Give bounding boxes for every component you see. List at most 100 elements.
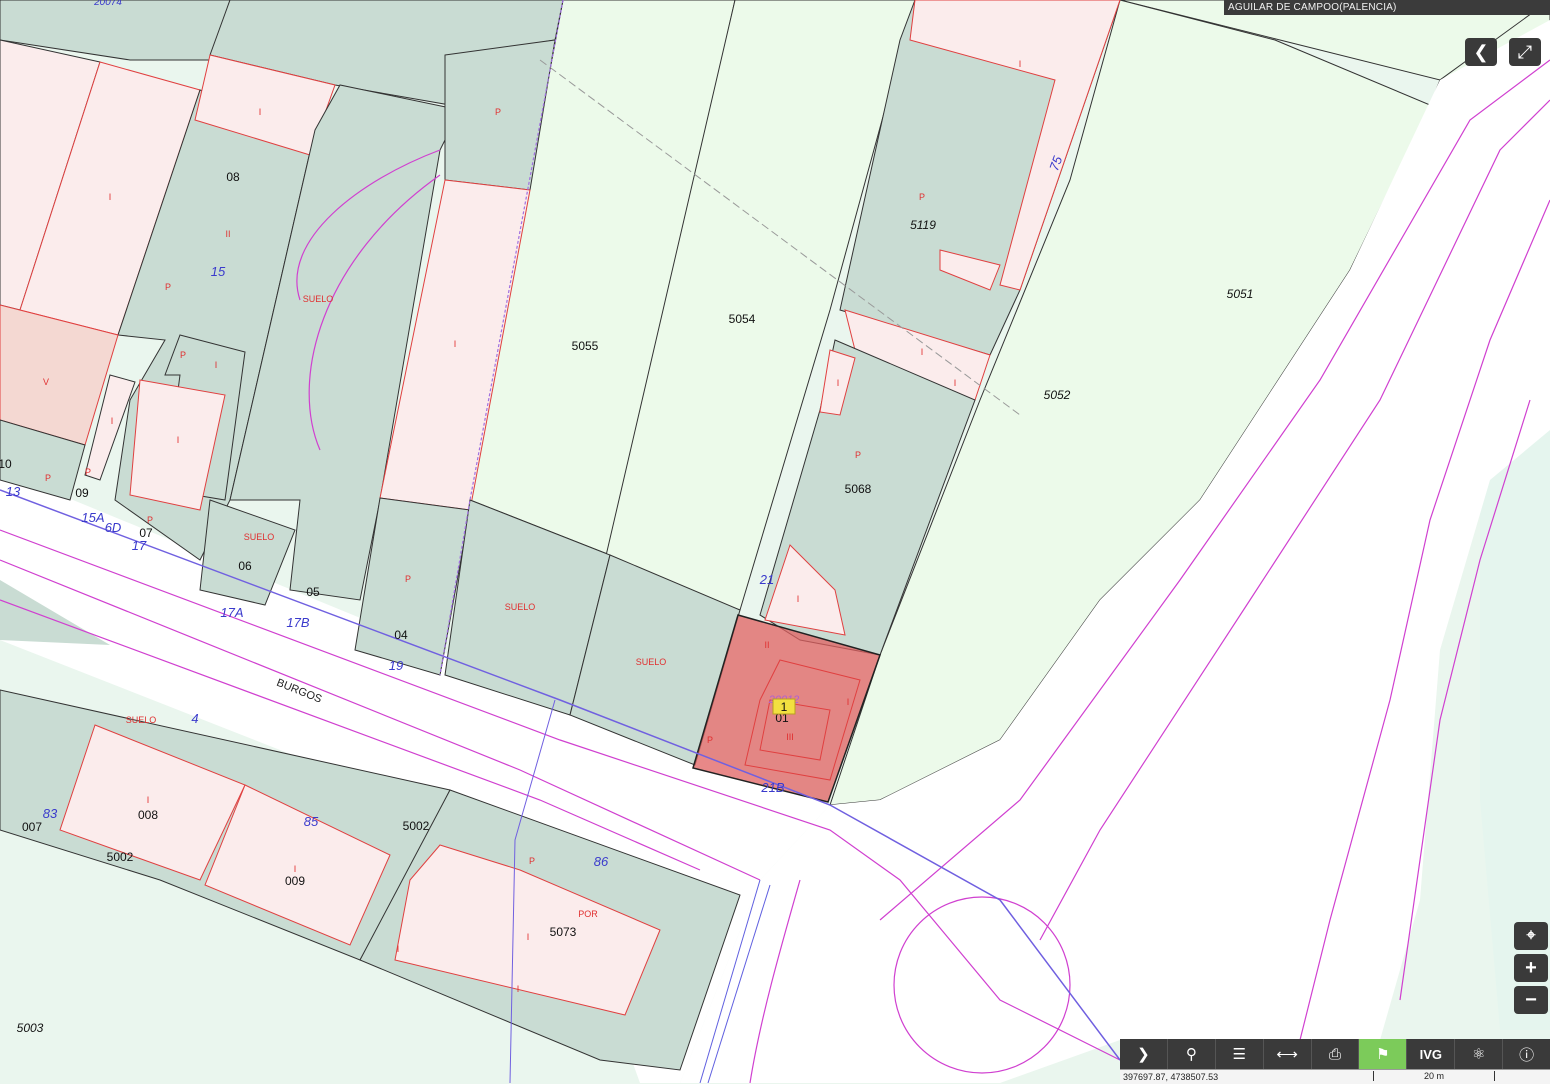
floor-label: P [45, 473, 51, 483]
toolbar-measure-button[interactable]: ⟷ [1262, 1039, 1311, 1069]
toolbar-ivg-map-button[interactable]: ⚑ [1358, 1039, 1407, 1069]
bottom-toolbar: ❯ ⚲ ☰ ⟷ ⎙ ⚑ IVG ⚛ ⓘ [1120, 1039, 1550, 1069]
floor-label: SUELO [636, 657, 667, 667]
parcel-number: 06 [238, 559, 252, 573]
zoom-out-button[interactable]: − [1514, 986, 1548, 1014]
floor-label: I [215, 360, 218, 370]
floor-label: I [921, 347, 924, 357]
back-button[interactable]: ❮ [1465, 38, 1497, 66]
parcel-number: 10 [0, 457, 12, 471]
parcel-number: 007 [22, 820, 42, 834]
street-number: 15A [81, 510, 104, 525]
parcel-number: 04 [394, 628, 408, 642]
street-number: 83 [43, 806, 58, 821]
share-icon: ⚛ [1471, 1046, 1486, 1063]
floor-label: P [529, 856, 535, 866]
street-number: 4 [191, 711, 198, 726]
floor-label: P [180, 350, 186, 360]
floor-label: P [707, 735, 713, 745]
ivg-label: IVG [1419, 1046, 1442, 1062]
floor-label: P [855, 450, 861, 460]
floor-label: I [294, 864, 297, 874]
floor-label: I [111, 416, 114, 426]
street-number: 19 [389, 658, 403, 673]
floor-label: I [109, 192, 112, 202]
expand-icon: ⤢ [1517, 41, 1533, 62]
crosshair-icon: ⌖ [1526, 927, 1536, 944]
toolbar-ivg-button[interactable]: IVG [1406, 1039, 1454, 1069]
search-icon: ⚲ [1185, 1046, 1197, 1063]
floor-label: P [405, 574, 411, 584]
floor-label: III [786, 732, 794, 742]
toolbar-share-button[interactable]: ⚛ [1454, 1039, 1502, 1069]
floor-label: POR [578, 909, 598, 919]
cadastral-map[interactable]: 5055 5054 5119 5051 5052 5068 08 07 09 1… [0, 0, 1550, 1083]
floor-label: SUELO [505, 602, 536, 612]
chevron-left-icon: ❮ [1473, 41, 1489, 62]
svg-text:1: 1 [781, 700, 788, 714]
floor-label: P [165, 282, 171, 292]
floor-label: V [43, 377, 49, 387]
location-marker[interactable]: 1 [772, 698, 796, 715]
street-number: 86 [594, 854, 609, 869]
street-number: 17 [132, 538, 147, 553]
status-bar: 397697.87, 4738507.53 20 m [1120, 1069, 1550, 1084]
chevron-right-icon: ❯ [1137, 1046, 1150, 1063]
floor-label: I [517, 984, 520, 994]
zoom-out-label: − [1525, 988, 1537, 1011]
toolbar-print-button[interactable]: ⎙ [1310, 1039, 1359, 1069]
street-number: 85 [304, 814, 319, 829]
floor-label: I [847, 697, 850, 707]
parcel-number: 08 [226, 170, 240, 184]
street-number: 17A [220, 605, 243, 620]
print-icon: ⎙ [1329, 1045, 1342, 1063]
parcel-number: 5054 [729, 312, 756, 326]
zoom-in-button[interactable]: + [1514, 954, 1548, 982]
floor-label: I [177, 435, 180, 445]
street-number: 21 [759, 572, 774, 587]
floor-label: I [1019, 59, 1022, 69]
street-number: 20074 [93, 0, 122, 8]
toolbar-expand-button[interactable]: ❯ [1120, 1039, 1167, 1069]
floor-label: II [764, 640, 769, 650]
floor-label: I [259, 107, 262, 117]
municipality-title: AGUILAR DE CAMPOO(PALENCIA) [1224, 0, 1550, 15]
floor-label: P [85, 467, 91, 477]
toolbar-info-button[interactable]: ⓘ [1502, 1039, 1550, 1069]
parcel-number: 5073 [550, 925, 577, 939]
street-number: 17B [286, 615, 309, 630]
floor-label: I [797, 594, 800, 604]
floor-label: P [147, 515, 153, 525]
floor-label: I [527, 932, 530, 942]
street-number: 21B [760, 780, 784, 795]
parcel-number: 009 [285, 874, 305, 888]
parcel-number: 5051 [1227, 287, 1254, 301]
parcel-number: 5119 [910, 218, 936, 232]
ivg-map-icon: ⚑ [1376, 1046, 1390, 1063]
parcel-number: 05 [306, 585, 320, 599]
info-icon: ⓘ [1519, 1046, 1535, 1064]
parcel-number: 09 [75, 486, 89, 500]
floor-label: I [147, 795, 150, 805]
zoom-in-label: + [1525, 956, 1537, 979]
floor-label: SUELO [244, 532, 275, 542]
toolbar-layers-button[interactable]: ☰ [1214, 1039, 1263, 1069]
toolbar-search-button[interactable]: ⚲ [1166, 1039, 1215, 1069]
street-number: 6D [105, 520, 122, 535]
floor-label: SUELO [303, 294, 334, 304]
floor-label: II [225, 229, 230, 239]
parcel-number: 5055 [572, 339, 599, 353]
parcel-number: 5052 [1044, 388, 1071, 402]
coordinates-readout: 397697.87, 4738507.53 [1123, 1072, 1219, 1082]
floor-label: I [837, 378, 840, 388]
parcel-number: 5068 [845, 482, 872, 496]
locate-button[interactable]: ⌖ [1514, 922, 1548, 950]
fullscreen-button[interactable]: ⤢ [1509, 38, 1541, 66]
floor-label: I [954, 378, 957, 388]
floor-label: I [454, 339, 457, 349]
scale-bar: 20 m [1373, 1071, 1495, 1081]
floor-label: P [919, 192, 925, 202]
scale-label: 20 m [1423, 1071, 1444, 1081]
measure-icon: ⟷ [1276, 1046, 1298, 1063]
parcel-number: 5002 [403, 819, 430, 833]
